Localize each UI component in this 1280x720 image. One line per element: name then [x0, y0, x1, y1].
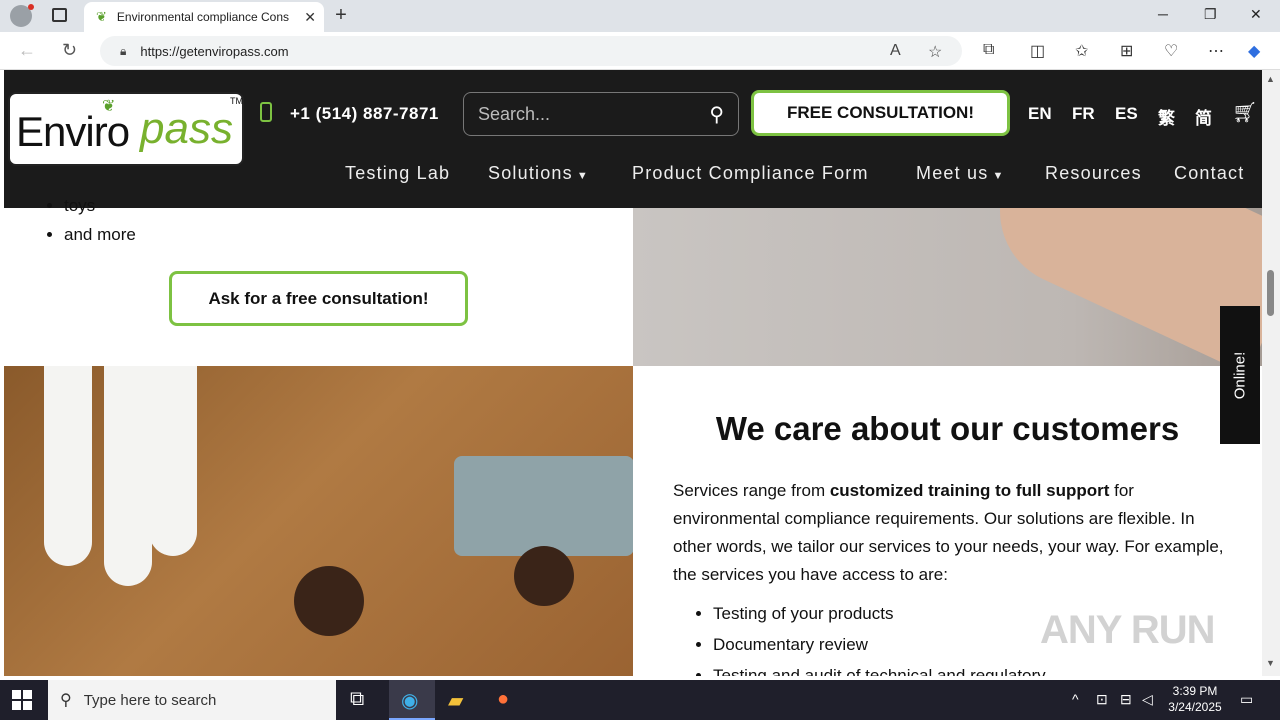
- clock-date: 3/24/2025: [1168, 700, 1222, 714]
- light-tube: [149, 366, 197, 556]
- office-photo: [4, 366, 633, 676]
- search-icon[interactable]: ⚲: [709, 102, 724, 127]
- ask-consultation-button[interactable]: Ask for a free consultation!: [169, 271, 468, 326]
- tray-chevron-icon[interactable]: ^: [1072, 691, 1079, 707]
- read-aloud-icon[interactable]: A: [890, 42, 901, 60]
- active-tab[interactable]: ❦ Environmental compliance Cons ✕: [84, 2, 324, 32]
- task-view-icon[interactable]: ⧉: [350, 688, 364, 711]
- network-icon[interactable]: ⊟: [1120, 691, 1132, 708]
- back-icon[interactable]: ←: [18, 40, 36, 61]
- logo-trademark: TM: [230, 96, 243, 106]
- menu-solutions-label: Solutions: [488, 163, 573, 183]
- extensions-icon[interactable]: ⧉: [983, 41, 994, 59]
- notification-dot: [28, 4, 34, 10]
- more-icon[interactable]: ⋯: [1208, 41, 1224, 61]
- scroll-down-icon[interactable]: ▼: [1266, 658, 1275, 668]
- online-label: Online!: [1231, 351, 1249, 399]
- file-explorer-icon[interactable]: ▰: [448, 688, 463, 713]
- url-text: https://getenviropass.com: [140, 43, 289, 59]
- volume-icon[interactable]: ◁: [1142, 691, 1153, 708]
- taskbar-search-placeholder: Type here to search: [83, 691, 217, 709]
- para-bold: customized training to full support: [829, 481, 1110, 500]
- clock[interactable]: 3:39 PM 3/24/2025: [1160, 683, 1230, 715]
- free-consultation-button[interactable]: FREE CONSULTATION!: [751, 90, 1010, 136]
- services-list: Testing of your products Documentary rev…: [713, 604, 1046, 676]
- menu-resources[interactable]: Resources: [1045, 163, 1142, 184]
- chevron-down-icon: ▼: [992, 170, 1005, 182]
- person-shape: [294, 566, 364, 636]
- tab-title: Environmental compliance Cons: [116, 10, 289, 24]
- section-paragraph: Services range from customized training …: [673, 477, 1233, 589]
- leaf-icon: ❦: [96, 9, 107, 24]
- section-heading: We care about our customers: [715, 410, 1180, 447]
- notifications-icon[interactable]: ▭: [1240, 691, 1253, 708]
- person-shape: [514, 546, 574, 606]
- close-window-button[interactable]: ✕: [1250, 6, 1262, 23]
- site-logo[interactable]: ❦ Enviro pass TM: [8, 92, 244, 166]
- online-chat-widget[interactable]: Online!: [1220, 306, 1260, 444]
- chevron-down-icon: ▼: [576, 170, 589, 182]
- firefox-icon[interactable]: ●: [497, 688, 509, 711]
- logo-text-right: pass: [140, 104, 233, 153]
- favorite-icon[interactable]: ☆: [928, 42, 942, 62]
- restore-button[interactable]: ❐: [1204, 6, 1217, 23]
- search-input[interactable]: Search...: [478, 104, 709, 125]
- product-list: toys and more: [64, 196, 136, 254]
- list-item: Testing of your products: [713, 604, 1046, 624]
- list-item: toys: [64, 196, 136, 216]
- light-tube: [44, 366, 92, 566]
- clock-time: 3:39 PM: [1172, 684, 1218, 698]
- light-tube: [104, 366, 152, 586]
- menu-meet-us-label: Meet us: [916, 163, 989, 183]
- search-icon: ⚲: [60, 692, 72, 709]
- lang-fr[interactable]: FR: [1072, 104, 1095, 124]
- cart-icon[interactable]: 🛒︎: [1232, 100, 1257, 125]
- browser-tab-bar: ❦ Environmental compliance Cons ✕ + ─ ❐ …: [0, 0, 1280, 32]
- phone-number[interactable]: +1 (514) 887-7871: [290, 104, 439, 124]
- refresh-icon[interactable]: ↻: [62, 40, 77, 61]
- lang-es[interactable]: ES: [1115, 104, 1138, 124]
- menu-contact[interactable]: Contact: [1174, 163, 1244, 184]
- edge-taskbar-item[interactable]: ◉: [389, 680, 435, 720]
- arm-shape: [975, 208, 1262, 366]
- lang-en[interactable]: EN: [1028, 104, 1052, 124]
- lang-zh-simplified[interactable]: 简: [1195, 104, 1212, 129]
- windows-taskbar: ⚲ Type here to search ⧉ ◉ ▰ ● ^ ⊡ ⊟ ◁ 3:…: [0, 680, 1280, 720]
- split-screen-icon[interactable]: ◫: [1030, 41, 1045, 61]
- para-text: Services range from: [673, 481, 830, 500]
- site-search[interactable]: Search... ⚲: [463, 92, 739, 136]
- new-tab-button[interactable]: +: [330, 4, 352, 27]
- web-page: ❦ Enviro pass TM +1 (514) 887-7871 Searc…: [4, 70, 1262, 676]
- logo-text-left: Enviro: [16, 108, 130, 155]
- menu-meet-us[interactable]: Meet us ▼: [916, 163, 1005, 184]
- copilot-icon[interactable]: ◆: [1248, 41, 1260, 61]
- lang-zh-traditional[interactable]: 繁: [1158, 104, 1175, 129]
- url-field[interactable]: 🔒︎ https://getenviropass.com: [100, 36, 962, 66]
- hand-photo: [633, 208, 1262, 366]
- tab-close-icon[interactable]: ✕: [304, 9, 316, 26]
- edge-icon: ◉: [401, 690, 419, 712]
- scroll-up-icon[interactable]: ▲: [1266, 74, 1275, 84]
- collections-icon[interactable]: ⊞: [1120, 41, 1133, 61]
- phone-icon: [260, 102, 272, 122]
- favorites-icon[interactable]: ✩: [1075, 41, 1088, 61]
- list-item: Documentary review: [713, 635, 1046, 655]
- scroll-thumb[interactable]: [1267, 270, 1274, 316]
- list-item: Testing and audit of technical and regul…: [713, 666, 1046, 676]
- windows-icon[interactable]: [12, 690, 32, 710]
- tabs-icon[interactable]: [52, 8, 67, 22]
- minimize-button[interactable]: ─: [1158, 6, 1168, 22]
- page-scrollbar[interactable]: ▲ ▼: [1262, 70, 1280, 676]
- menu-testing-lab[interactable]: Testing Lab: [345, 163, 450, 184]
- menu-solutions[interactable]: Solutions ▼: [488, 163, 589, 184]
- lock-icon[interactable]: 🔒︎: [120, 44, 126, 59]
- menu-product-compliance-form[interactable]: Product Compliance Form: [632, 163, 869, 184]
- taskbar-search[interactable]: ⚲ Type here to search: [48, 680, 336, 720]
- watermark: ANY RUN: [1040, 608, 1216, 652]
- list-item: and more: [64, 225, 136, 245]
- sofa-shape: [454, 456, 633, 556]
- site-header: ❦ Enviro pass TM +1 (514) 887-7871 Searc…: [4, 70, 1262, 208]
- tray-device-icon[interactable]: ⊡: [1096, 691, 1108, 708]
- performance-icon[interactable]: ♡: [1164, 41, 1178, 61]
